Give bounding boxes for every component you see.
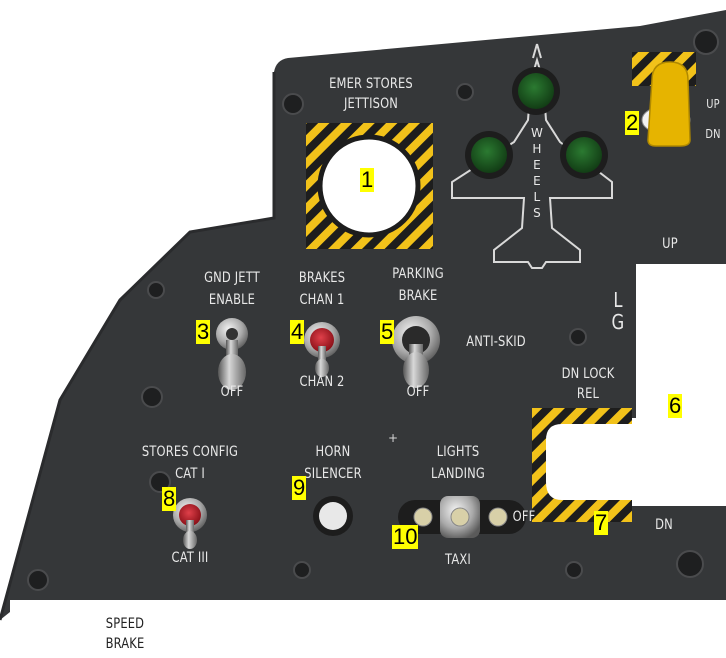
svg-text:+: + — [388, 431, 398, 445]
parking-brake-label-1: PARKING — [392, 266, 444, 282]
brakes-chan2-label: CHAN 2 — [299, 374, 345, 390]
callout-10: 10 — [392, 524, 419, 549]
brakes-label-2: CHAN 1 — [299, 292, 345, 308]
stores-config-label-1: STORES CONFIG — [141, 444, 239, 460]
dn-lock-label-1: DN LOCK — [561, 366, 615, 382]
gnd-jett-label-2: ENABLE — [208, 292, 256, 308]
callout-6: 6 — [668, 393, 683, 418]
wheels-letter: S — [533, 206, 541, 220]
wheels-letter: W — [530, 126, 544, 140]
callout-2: 2 — [625, 110, 640, 135]
horn-silencer-button[interactable] — [319, 502, 347, 530]
gnd-jett-label-1: GND JETT — [204, 270, 260, 286]
brakes-label-1: BRAKES — [298, 270, 346, 286]
emer-stores-label-2: JETTISON — [343, 96, 399, 112]
lg-up-label: UP — [662, 236, 678, 252]
gnd-jett-off-label: OFF — [220, 384, 244, 396]
nose-wheel-indicator — [518, 73, 554, 109]
callout-3: 3 — [196, 319, 211, 344]
lights-taxi-label: TAXI — [445, 552, 471, 568]
lights-off-label: OFF — [512, 509, 536, 525]
wheels-label: W H E E L S — [530, 125, 544, 221]
gear-up-label: UP — [706, 97, 720, 111]
wheels-letter: E — [533, 174, 541, 188]
stores-config-cat3-label: CAT III — [171, 550, 209, 566]
lg-l-label: L — [613, 288, 623, 312]
speed-brake-cutout — [180, 600, 726, 658]
right-wheel-indicator — [566, 137, 602, 173]
emer-stores-label-1: EMER STORES — [329, 76, 413, 92]
wheels-letter: E — [533, 158, 541, 172]
speed-brake-label-1: SPEED — [105, 616, 145, 632]
callout-9: 9 — [292, 475, 307, 500]
anti-skid-label: ANTI-SKID — [466, 334, 526, 350]
parking-off-label: OFF — [406, 384, 430, 396]
horn-label-2: SILENCER — [304, 466, 362, 482]
callout-5: 5 — [380, 319, 395, 344]
stores-config-label-2: CAT I — [175, 466, 205, 482]
wheels-letter: H — [532, 142, 542, 156]
wheels-letter: L — [533, 190, 541, 204]
lights-label-2: LANDING — [431, 466, 485, 482]
lights-label-1: LIGHTS — [436, 444, 480, 460]
gear-dn-label: DN — [705, 127, 721, 141]
lg-dn-label: DN — [655, 517, 673, 533]
landing-gear-handle[interactable] — [647, 61, 691, 147]
callout-4: 4 — [290, 319, 305, 344]
dn-lock-label-2: REL — [576, 386, 600, 402]
callout-7: 7 — [594, 510, 609, 535]
left-wheel-indicator — [471, 137, 507, 173]
callout-8: 8 — [162, 486, 177, 511]
speed-brake-label-2: BRAKE — [105, 636, 145, 652]
horn-label-1: HORN — [315, 444, 351, 460]
lg-g-label: G — [611, 310, 625, 334]
callout-1: 1 — [360, 167, 375, 192]
parking-brake-label-2: BRAKE — [398, 288, 438, 304]
